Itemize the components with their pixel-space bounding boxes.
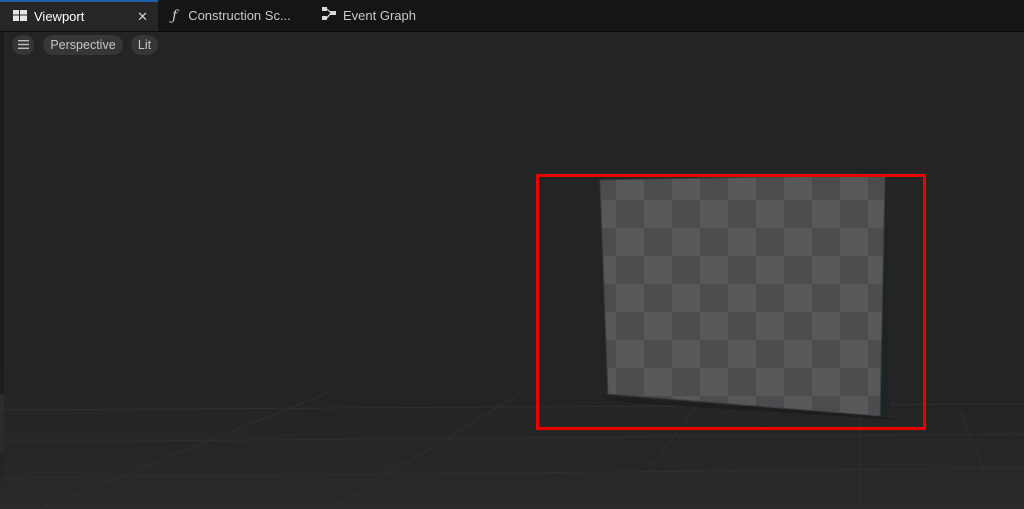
checker-plane xyxy=(600,175,885,416)
scene-render xyxy=(0,168,1024,509)
tab-label: Viewport xyxy=(34,9,85,24)
event-graph-icon xyxy=(322,7,337,24)
function-icon: ƒ xyxy=(172,7,178,24)
editor-tab-bar: Viewport ✕ ƒ Construction Sc... Event Gr… xyxy=(0,0,1024,32)
tab-label: Event Graph xyxy=(343,8,416,23)
viewport-layout-icon xyxy=(13,9,27,24)
lighting-mode-button[interactable]: Lit xyxy=(131,35,158,55)
viewport-canvas[interactable]: Perspective Lit xyxy=(0,32,1024,509)
blueprint-editor: Viewport ✕ ƒ Construction Sc... Event Gr… xyxy=(0,0,1024,509)
view-mode-button[interactable]: Perspective xyxy=(43,35,123,55)
hamburger-menu-icon xyxy=(17,36,29,54)
tab-event-graph[interactable]: Event Graph xyxy=(322,0,416,31)
tab-viewport[interactable]: Viewport ✕ xyxy=(0,0,158,31)
viewport-options-button[interactable] xyxy=(12,35,34,55)
close-icon[interactable]: ✕ xyxy=(137,8,148,25)
tab-construction-script[interactable]: ƒ Construction Sc... xyxy=(166,0,291,31)
tab-label: Construction Sc... xyxy=(188,8,291,23)
